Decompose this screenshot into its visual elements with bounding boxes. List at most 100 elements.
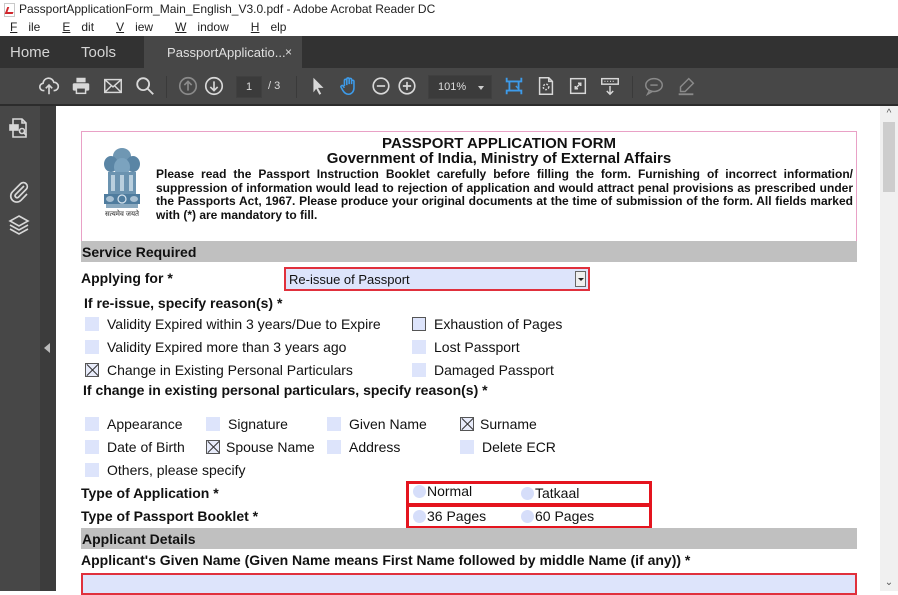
checkbox-checked[interactable] (85, 363, 99, 377)
page-total: / 3 (268, 80, 281, 92)
page-up-icon[interactable] (176, 74, 200, 98)
checkbox[interactable] (327, 440, 341, 454)
radio-button[interactable] (413, 509, 426, 523)
section-service-required: Service Required (81, 241, 857, 262)
form-instructions: Please read the Passport Instruction Boo… (156, 167, 853, 223)
checkbox-surname[interactable]: Surname (460, 416, 537, 432)
panel-gutter (40, 106, 56, 591)
checkbox-delete-ecr[interactable]: Delete ECR (460, 439, 556, 455)
scroll-mode-icon[interactable] (598, 74, 622, 98)
checkbox-checked[interactable] (460, 417, 474, 431)
menu-help[interactable]: Help (246, 20, 293, 34)
menu-file[interactable]: File (5, 20, 46, 34)
zoom-level-value: 101% (438, 81, 467, 93)
window-title: PassportApplicationForm_Main_English_V3.… (19, 2, 436, 16)
zoom-level-dropdown[interactable]: 101% (428, 75, 492, 99)
checkbox[interactable] (85, 340, 99, 354)
checkbox[interactable] (85, 440, 99, 454)
left-navigation-panel (0, 106, 40, 591)
checkbox-change-in-personal-particulars[interactable]: Change in Existing Personal Particulars (85, 362, 353, 378)
reissue-reasons-label: If re-issue, specify reason(s) * (84, 295, 283, 311)
given-name-input[interactable] (81, 573, 857, 595)
close-tab-icon[interactable]: × (285, 45, 292, 59)
menu-edit[interactable]: Edit (57, 20, 100, 34)
tab-bar: Home Tools PassportApplicatio... × (0, 36, 898, 68)
chevron-down-icon (478, 86, 484, 90)
form-subtitle: Government of India, Ministry of Externa… (326, 150, 672, 167)
emblem-caption: सत्यमेव जयते (104, 211, 140, 218)
checkbox-validity-expired-within-3-years[interactable]: Validity Expired within 3 years/Due to E… (85, 316, 381, 332)
mail-icon[interactable] (101, 74, 125, 98)
collapse-panel-icon[interactable] (44, 343, 50, 353)
hand-tool-icon[interactable] (337, 74, 361, 98)
tab-document-label: PassportApplicatio... (167, 44, 286, 60)
tab-home[interactable]: Home (0, 36, 60, 68)
checkbox-spouse-name[interactable]: Spouse Name (206, 439, 315, 455)
upload-cloud-icon[interactable] (37, 74, 61, 98)
checkbox[interactable] (85, 317, 99, 331)
comment-icon[interactable] (642, 74, 666, 98)
checkbox[interactable] (85, 463, 99, 477)
radio-button[interactable] (521, 486, 534, 500)
radio-button[interactable] (413, 484, 426, 498)
checkbox-appearance[interactable]: Appearance (85, 416, 183, 432)
menu-window[interactable]: Window (170, 20, 235, 34)
radio-tatkaal[interactable]: Tatkaal (521, 485, 579, 501)
pdf-file-icon (4, 3, 15, 17)
pdf-page: सत्यमेव जयते PASSPORT APPLICATION FORM G… (56, 106, 880, 595)
checkbox-address[interactable]: Address (327, 439, 400, 455)
radio-60-pages[interactable]: 60 Pages (521, 508, 594, 524)
vertical-scrollbar[interactable]: ^ ⌄ (880, 106, 898, 591)
checkbox[interactable] (412, 340, 426, 354)
search-icon[interactable] (133, 74, 157, 98)
type-of-application-label: Type of Application * (81, 485, 219, 501)
checkbox-signature[interactable]: Signature (206, 416, 288, 432)
page-number-input[interactable]: 1 (236, 76, 262, 98)
checkbox[interactable] (412, 363, 426, 377)
given-name-label: Applicant's Given Name (Given Name means… (81, 552, 691, 568)
scrollbar-thumb[interactable] (883, 122, 895, 192)
tab-tools[interactable]: Tools (60, 36, 126, 68)
applying-for-dropdown[interactable]: Re-issue of Passport (284, 267, 590, 291)
page-thumbnails-icon[interactable] (7, 116, 31, 140)
rotate-page-icon[interactable] (534, 74, 558, 98)
zoom-out-icon[interactable] (369, 74, 393, 98)
chevron-down-icon[interactable] (575, 271, 586, 287)
layers-icon[interactable] (7, 213, 31, 237)
applying-for-label: Applying for * (81, 270, 173, 286)
checkbox-checked[interactable] (206, 440, 220, 454)
menu-bar: File Edit View Window Help (0, 18, 898, 36)
checkbox-damaged-passport[interactable]: Damaged Passport (412, 362, 554, 378)
section-applicant-details: Applicant Details (81, 528, 857, 549)
print-icon[interactable] (69, 74, 93, 98)
select-arrow-icon[interactable] (306, 74, 330, 98)
toolbar-separator (632, 76, 633, 98)
highlight-pen-icon[interactable] (674, 74, 698, 98)
checkbox-date-of-birth[interactable]: Date of Birth (85, 439, 185, 455)
radio-button[interactable] (521, 509, 534, 523)
menu-view[interactable]: View (111, 20, 159, 34)
window-title-bar: PassportApplicationForm_Main_English_V3.… (0, 0, 898, 18)
checkbox[interactable] (85, 417, 99, 431)
checkbox[interactable] (206, 417, 220, 431)
attachment-icon[interactable] (7, 179, 31, 203)
checkbox[interactable] (327, 417, 341, 431)
checkbox[interactable] (412, 317, 426, 331)
applying-for-value: Re-issue of Passport (289, 271, 410, 287)
radio-36-pages[interactable]: 36 Pages (413, 508, 486, 524)
checkbox-exhaustion-of-pages[interactable]: Exhaustion of Pages (412, 316, 562, 332)
fit-page-icon[interactable] (502, 74, 526, 98)
scroll-up-icon[interactable]: ^ (884, 108, 894, 120)
radio-normal[interactable]: Normal (413, 483, 472, 499)
full-screen-icon[interactable] (566, 74, 590, 98)
tab-document[interactable]: PassportApplicatio... × (144, 36, 303, 68)
checkbox-validity-expired-more-than-3-years[interactable]: Validity Expired more than 3 years ago (85, 339, 346, 355)
scroll-down-icon[interactable]: ⌄ (884, 577, 894, 589)
checkbox-lost-passport[interactable]: Lost Passport (412, 339, 520, 355)
checkbox-given-name[interactable]: Given Name (327, 416, 427, 432)
checkbox[interactable] (460, 440, 474, 454)
checkbox-others[interactable]: Others, please specify (85, 462, 246, 478)
toolbar-separator (296, 76, 297, 98)
page-down-icon[interactable] (202, 74, 226, 98)
zoom-in-icon[interactable] (395, 74, 419, 98)
